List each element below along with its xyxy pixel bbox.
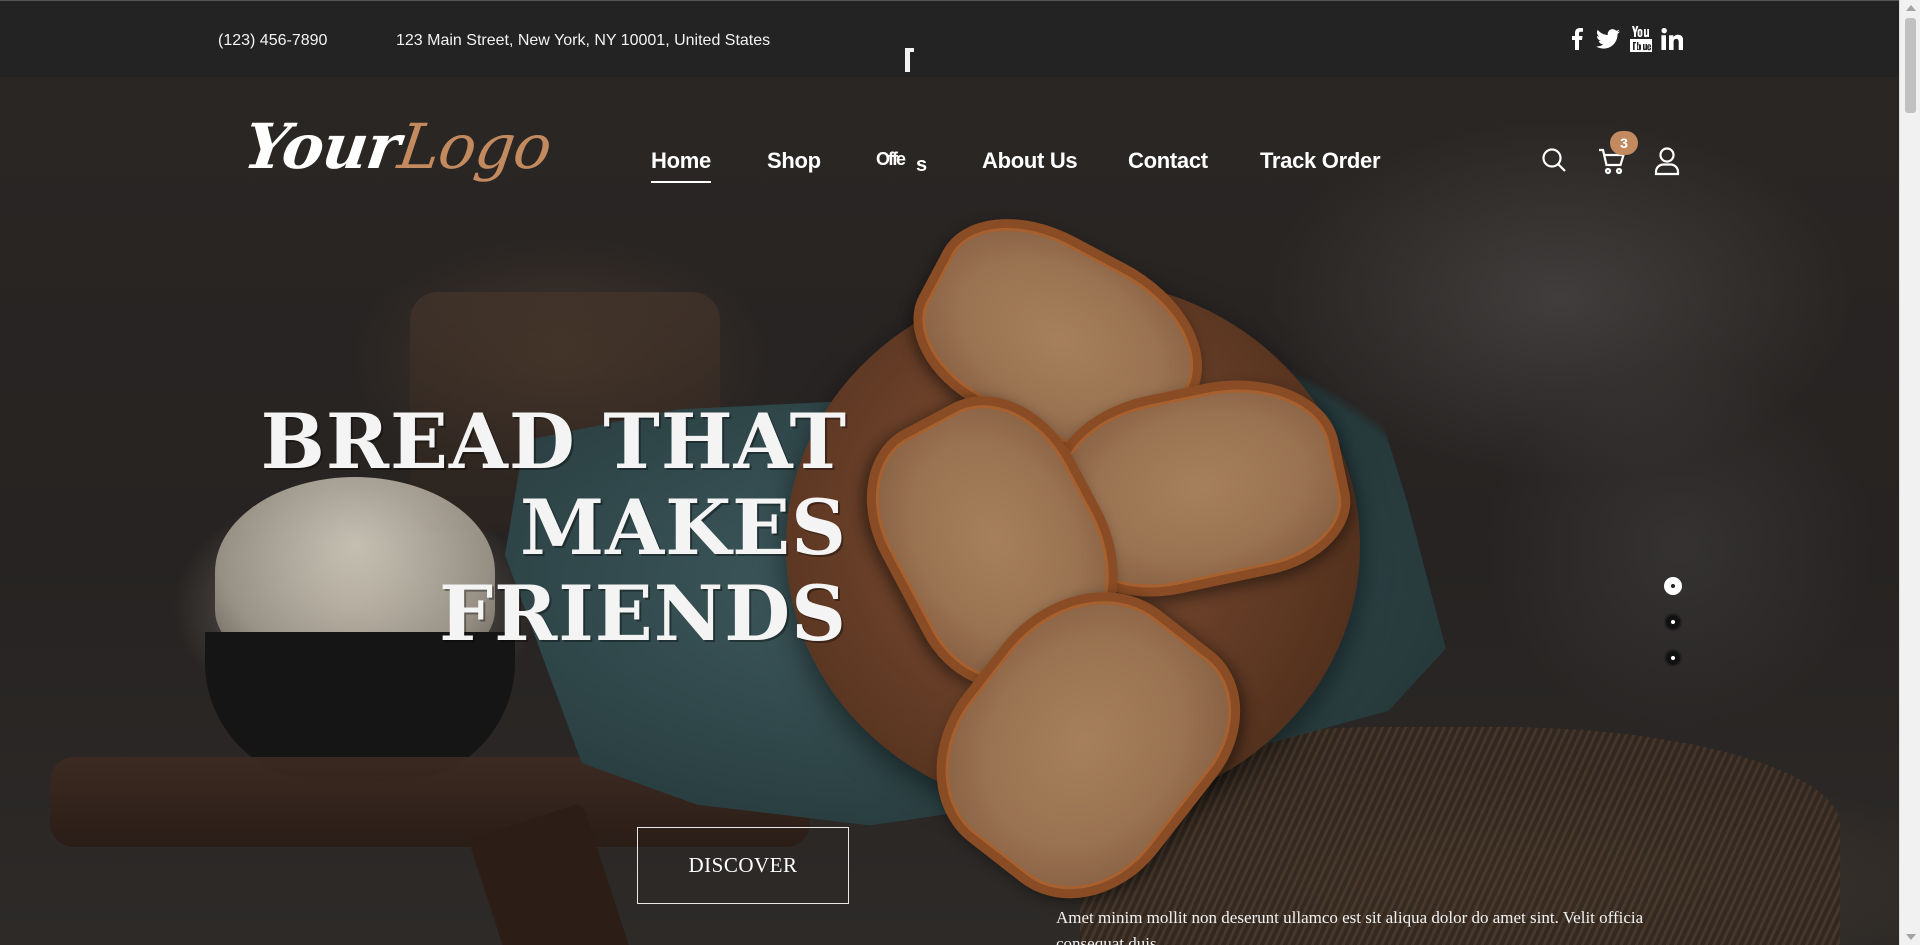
youtube-icon[interactable] <box>1627 26 1655 52</box>
nav-home[interactable]: Home <box>651 148 711 183</box>
user-icon[interactable] <box>1653 146 1683 176</box>
headline-line-3: FRIENDS <box>439 569 847 658</box>
page-scrollbar[interactable] <box>1899 0 1920 945</box>
headline-line-2: MAKES <box>520 483 847 572</box>
search-icon[interactable] <box>1540 146 1570 176</box>
nav-track-order[interactable]: Track Order <box>1260 148 1381 174</box>
nav-about-us[interactable]: About Us <box>982 148 1078 174</box>
hero-headline: BREAD THAT MAKES FRIENDS <box>261 399 847 657</box>
nav-contact[interactable]: Contact <box>1128 148 1208 174</box>
scrollbar-thumb[interactable] <box>1905 18 1916 113</box>
cart-count-badge: 3 <box>1610 131 1638 155</box>
slide-dot-3[interactable] <box>1664 649 1682 667</box>
site-logo[interactable]: YourLogo <box>240 110 556 183</box>
logo-part-logo: Logo <box>393 110 556 183</box>
scroll-up-arrow[interactable] <box>1906 5 1916 11</box>
nav-offers[interactable]: Offe s <box>876 148 927 176</box>
slide-dot-1[interactable] <box>1664 577 1682 595</box>
top-bar: (123) 456-7890 123 Main Street, New York… <box>0 0 1899 77</box>
text-cursor <box>905 48 914 72</box>
hero-section: BREAD THAT MAKES FRIENDS DISCOVER Amet m… <box>0 77 1899 945</box>
address-text: 123 Main Street, New York, NY 10001, Uni… <box>396 32 771 49</box>
nav-shop[interactable]: Shop <box>767 148 821 174</box>
phone-number[interactable]: (123) 456-7890 <box>218 32 327 50</box>
facebook-icon[interactable] <box>1567 26 1587 52</box>
nav-offers-label: Offe <box>876 149 906 169</box>
scroll-down-arrow[interactable] <box>1906 934 1916 940</box>
nav-offers-label-tail: s <box>916 154 927 176</box>
discover-button[interactable]: DISCOVER <box>637 827 849 904</box>
slide-dot-2[interactable] <box>1664 613 1682 631</box>
logo-part-your: Your <box>239 110 405 183</box>
linkedin-icon[interactable] <box>1659 26 1685 52</box>
hero-paragraph: Amet minim mollit non deserunt ullamco e… <box>1056 908 1644 945</box>
twitter-icon[interactable] <box>1594 26 1622 52</box>
headline-line-1: BREAD THAT <box>260 397 847 486</box>
